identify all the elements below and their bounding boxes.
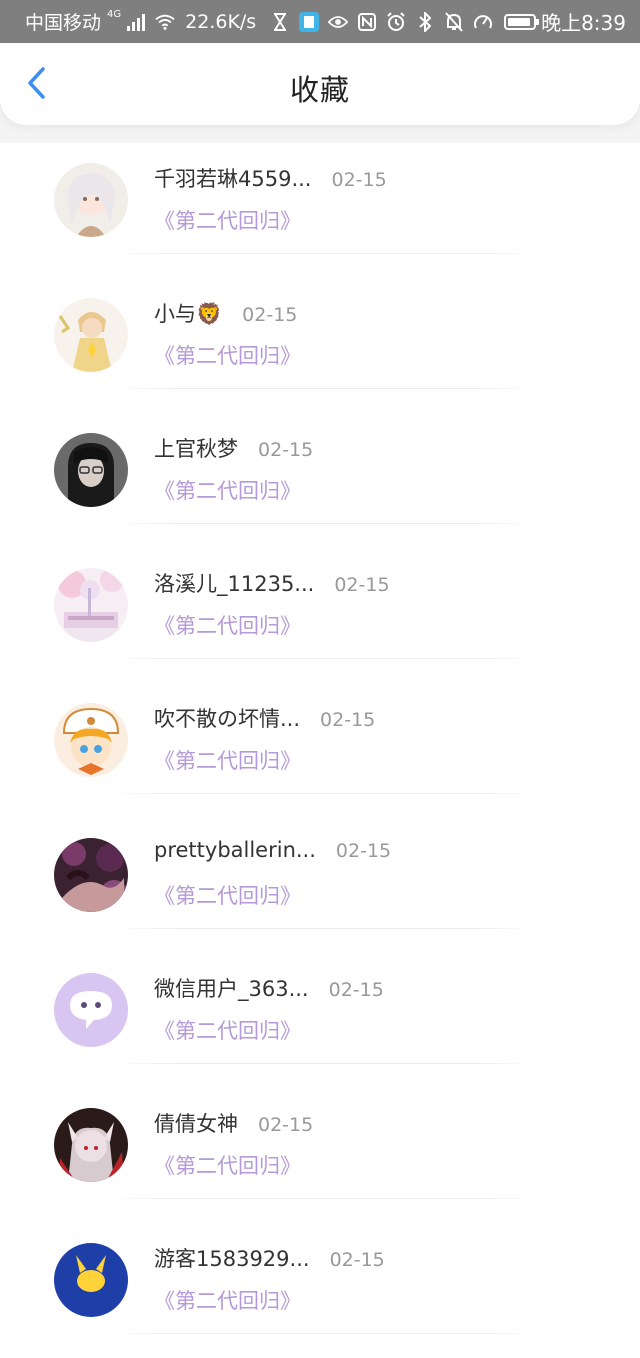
favorite-date: 02-15: [258, 1114, 314, 1136]
user-name: 游客1583929...: [154, 1247, 310, 1271]
carrier-label: 中国移动: [25, 12, 102, 34]
post-title-link[interactable]: 《第二代回归》: [154, 745, 301, 775]
avatar-anime-girl-white[interactable]: [54, 163, 128, 237]
favorites-list: 千羽若琳4559... 02-15 《第二代回归》 小与🦁 02-15 《第二代…: [0, 143, 640, 1358]
status-icons: [270, 11, 540, 32]
nfc-icon: [357, 12, 377, 32]
user-name: 倩倩女神: [154, 1112, 238, 1136]
post-title-link[interactable]: 《第二代回归》: [154, 205, 301, 235]
user-name: 千羽若琳4559...: [154, 167, 312, 191]
list-item[interactable]: 上官秋梦 02-15 《第二代回归》: [0, 413, 640, 548]
name-line: 游客1583929... 02-15: [154, 1243, 385, 1273]
row-divider: [110, 253, 540, 254]
avatar-anime-fox-red[interactable]: [54, 1108, 128, 1182]
name-line: 上官秋梦 02-15: [154, 433, 313, 463]
eye-icon: [328, 12, 349, 32]
post-title-link[interactable]: 《第二代回归》: [154, 880, 301, 910]
row-divider: [110, 793, 540, 794]
avatar-anime-cat-orange[interactable]: [54, 703, 128, 777]
list-item[interactable]: 洛溪儿_11235... 02-15 《第二代回归》: [0, 548, 640, 683]
nav-bar: 收藏: [0, 43, 640, 125]
list-item[interactable]: 千羽若琳4559... 02-15 《第二代回归》: [0, 143, 640, 278]
user-name: 洛溪儿_11235...: [154, 572, 315, 596]
name-line: 吹不散の坏情... 02-15: [154, 703, 375, 733]
user-name: 小与🦁: [154, 302, 223, 326]
user-name: 微信用户_363...: [154, 977, 309, 1001]
name-line: 小与🦁 02-15: [154, 298, 297, 328]
header-area: 收藏: [0, 43, 640, 143]
hourglass-icon: [270, 12, 290, 32]
avatar-wechat-default-purple[interactable]: [54, 973, 128, 1047]
network-type-label: 4G: [107, 9, 122, 20]
user-name: 上官秋梦: [154, 437, 238, 461]
user-name: 吹不散の坏情...: [154, 707, 301, 731]
list-item[interactable]: prettyballerin... 02-15 《第二代回归》: [0, 818, 640, 953]
post-title-link[interactable]: 《第二代回归》: [154, 1015, 301, 1045]
favorite-date: 02-15: [335, 840, 392, 862]
avatar-anime-boy-yellow[interactable]: [54, 298, 128, 372]
name-line: 微信用户_363... 02-15: [154, 973, 384, 1003]
name-line: 倩倩女神 02-15: [154, 1108, 313, 1138]
avatar-pink-scenery[interactable]: [54, 568, 128, 642]
post-title-link[interactable]: 《第二代回归》: [154, 340, 301, 370]
network-speed-label: 22.6K/s: [185, 10, 257, 33]
favorite-date: 02-15: [334, 574, 390, 596]
favorite-date: 02-15: [331, 169, 387, 191]
alarm-icon: [386, 11, 406, 32]
list-item[interactable]: 微信用户_363... 02-15 《第二代回归》: [0, 953, 640, 1088]
name-line: prettyballerin... 02-15: [154, 838, 391, 862]
favorite-date: 02-15: [329, 1249, 385, 1271]
list-item[interactable]: 游客1583929... 02-15 《第二代回归》: [0, 1223, 640, 1358]
battery-level-fill: [508, 17, 530, 26]
post-title-link[interactable]: 《第二代回归》: [154, 1150, 301, 1180]
row-divider: [110, 928, 540, 929]
favorite-date: 02-15: [320, 709, 376, 731]
bluetooth-icon: [415, 11, 435, 32]
speedometer-icon: [473, 12, 493, 32]
clock-label: 晚上8:39: [541, 11, 626, 35]
avatar-photo-dark-glasses[interactable]: [54, 433, 128, 507]
status-bar: 中国移动 4G 22.6K/s 晚上8:39: [0, 0, 640, 43]
user-name: prettyballerin...: [154, 838, 316, 862]
post-title-link[interactable]: 《第二代回归》: [154, 610, 301, 640]
row-divider: [110, 388, 540, 389]
favorite-date: 02-15: [242, 304, 298, 326]
list-item[interactable]: 吹不散の坏情... 02-15 《第二代回归》: [0, 683, 640, 818]
post-title-link[interactable]: 《第二代回归》: [154, 1285, 301, 1315]
name-line: 洛溪儿_11235... 02-15: [154, 568, 390, 598]
mute-bell-icon: [444, 11, 464, 32]
signal-icon: [127, 13, 146, 31]
row-divider: [110, 658, 540, 659]
row-divider: [110, 1333, 540, 1334]
battery-icon: [504, 13, 540, 30]
row-divider: [110, 1198, 540, 1199]
page-title: 收藏: [289, 73, 350, 107]
list-item[interactable]: 小与🦁 02-15 《第二代回归》: [0, 278, 640, 413]
status-left: 中国移动 4G 22.6K/s: [25, 8, 256, 35]
favorite-date: 02-15: [258, 439, 314, 461]
name-line: 千羽若琳4559... 02-15: [154, 163, 387, 193]
favorite-date: 02-15: [328, 979, 384, 1001]
wifi-icon: [155, 12, 175, 32]
avatar-dark-purple-art[interactable]: [54, 838, 128, 912]
post-title-link[interactable]: 《第二代回归》: [154, 475, 301, 505]
book-app-icon: [299, 11, 320, 32]
list-item[interactable]: 倩倩女神 02-15 《第二代回归》: [0, 1088, 640, 1223]
row-divider: [110, 1063, 540, 1064]
row-divider: [110, 523, 540, 524]
avatar-blue-pikachu[interactable]: [54, 1243, 128, 1317]
